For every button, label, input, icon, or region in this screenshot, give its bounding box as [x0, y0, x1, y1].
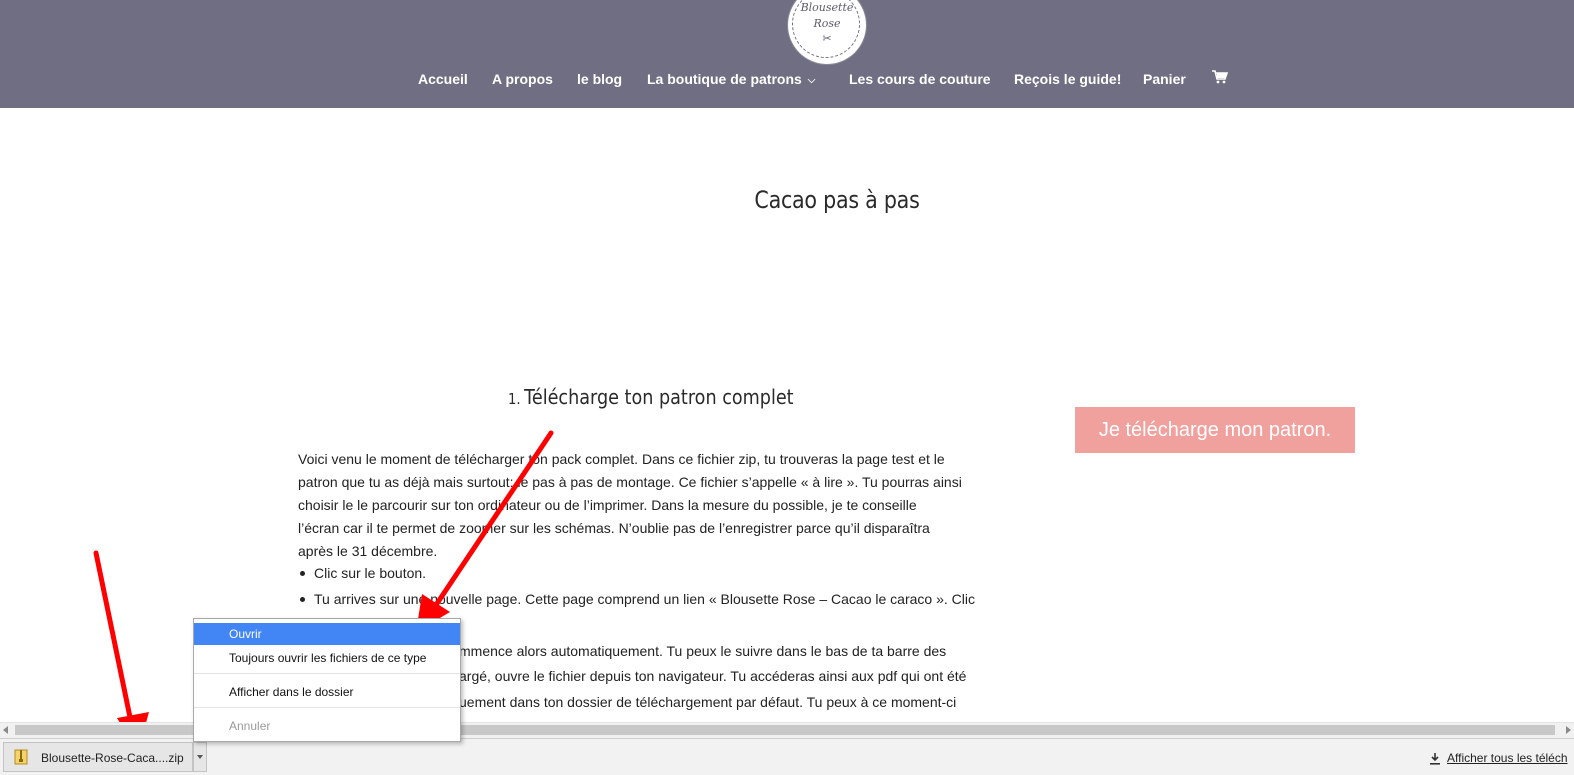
menu-item-cancel: Annuler — [229, 719, 271, 733]
download-menu-button[interactable] — [193, 742, 207, 772]
zip-file-icon — [14, 749, 28, 765]
menu-item-always-open[interactable]: Toujours ouvrir les fichiers de ce type — [194, 647, 460, 669]
step-heading: 1. Télécharge ton patron complet — [508, 385, 794, 409]
paragraph-line: après le 31 décembre. — [298, 543, 438, 559]
nav-item-accueil[interactable]: Accueil — [418, 70, 468, 88]
logo-text-line1: Blousette — [800, 1, 854, 14]
list-item: Tu arrives sur une nouvelle page. Cette … — [298, 588, 1014, 611]
page-title: Cacao pas à pas — [754, 186, 920, 214]
scroll-left-icon[interactable] — [3, 726, 8, 734]
paragraph-line-partial: uement dans ton dossier de téléchargemen… — [459, 694, 957, 710]
paragraph-line-partial: mmence alors automatiquement. Tu peux le… — [459, 643, 947, 659]
nav-item-panier[interactable]: Panier — [1143, 70, 1186, 88]
show-all-downloads-link[interactable]: Afficher tous les téléch — [1447, 751, 1568, 765]
scissors-icon: ✂ — [822, 33, 832, 45]
intro-paragraph: Voici venu le moment de télécharger ton … — [298, 448, 998, 563]
paragraph-line: Voici venu le moment de télécharger ton … — [298, 451, 945, 467]
site-header: Blousette Rose ✂ Accueil A propos le blo… — [0, 0, 1574, 108]
download-context-menu: Ouvrir Toujours ouvrir les fichiers de c… — [193, 618, 461, 742]
scroll-right-icon[interactable] — [1566, 726, 1571, 734]
chevron-down-icon — [197, 755, 203, 759]
nav-item-cours[interactable]: Les cours de couture — [849, 70, 991, 88]
nav-item-boutique[interactable]: La boutique de patrons ⌵ — [647, 70, 815, 90]
download-item[interactable]: Blousette-Rose-Caca....zip — [3, 742, 193, 772]
paragraph-line: choisir le le parcourir sur ton ordinate… — [298, 497, 917, 513]
paragraph-line-partial: argé, ouvre le fichier depuis ton naviga… — [459, 668, 967, 684]
list-item: Clic sur le bouton. — [298, 562, 1014, 585]
logo-text-line2: Rose — [813, 17, 841, 30]
menu-item-open[interactable]: Ouvrir — [194, 623, 460, 645]
step-heading-text: Télécharge ton patron complet — [524, 385, 794, 409]
paragraph-line: l’écran car il te permet de zoomer sur l… — [298, 520, 930, 536]
site-logo[interactable]: Blousette Rose ✂ — [788, 0, 866, 64]
download-file-name: Blousette-Rose-Caca....zip — [41, 751, 184, 765]
download-pattern-button[interactable]: Je télécharge mon patron. — [1075, 407, 1355, 453]
nav-item-a-propos[interactable]: A propos — [492, 70, 553, 88]
nav-item-guide[interactable]: Reçois le guide! — [1014, 70, 1121, 88]
menu-divider — [194, 673, 460, 674]
download-icon — [1430, 753, 1440, 765]
menu-divider — [194, 707, 460, 708]
paragraph-line: patron que tu as déjà mais surtout: le p… — [298, 474, 962, 490]
menu-item-show-in-folder[interactable]: Afficher dans le dossier — [194, 681, 460, 703]
cart-icon[interactable] — [1212, 70, 1228, 84]
nav-item-le-blog[interactable]: le blog — [577, 70, 622, 88]
step-number: 1. — [508, 390, 521, 408]
download-bar: Blousette-Rose-Caca....zip Afficher tous… — [0, 738, 1574, 775]
nav-item-boutique-label: La boutique de patrons — [647, 71, 802, 87]
chevron-down-icon: ⌵ — [807, 75, 816, 86]
